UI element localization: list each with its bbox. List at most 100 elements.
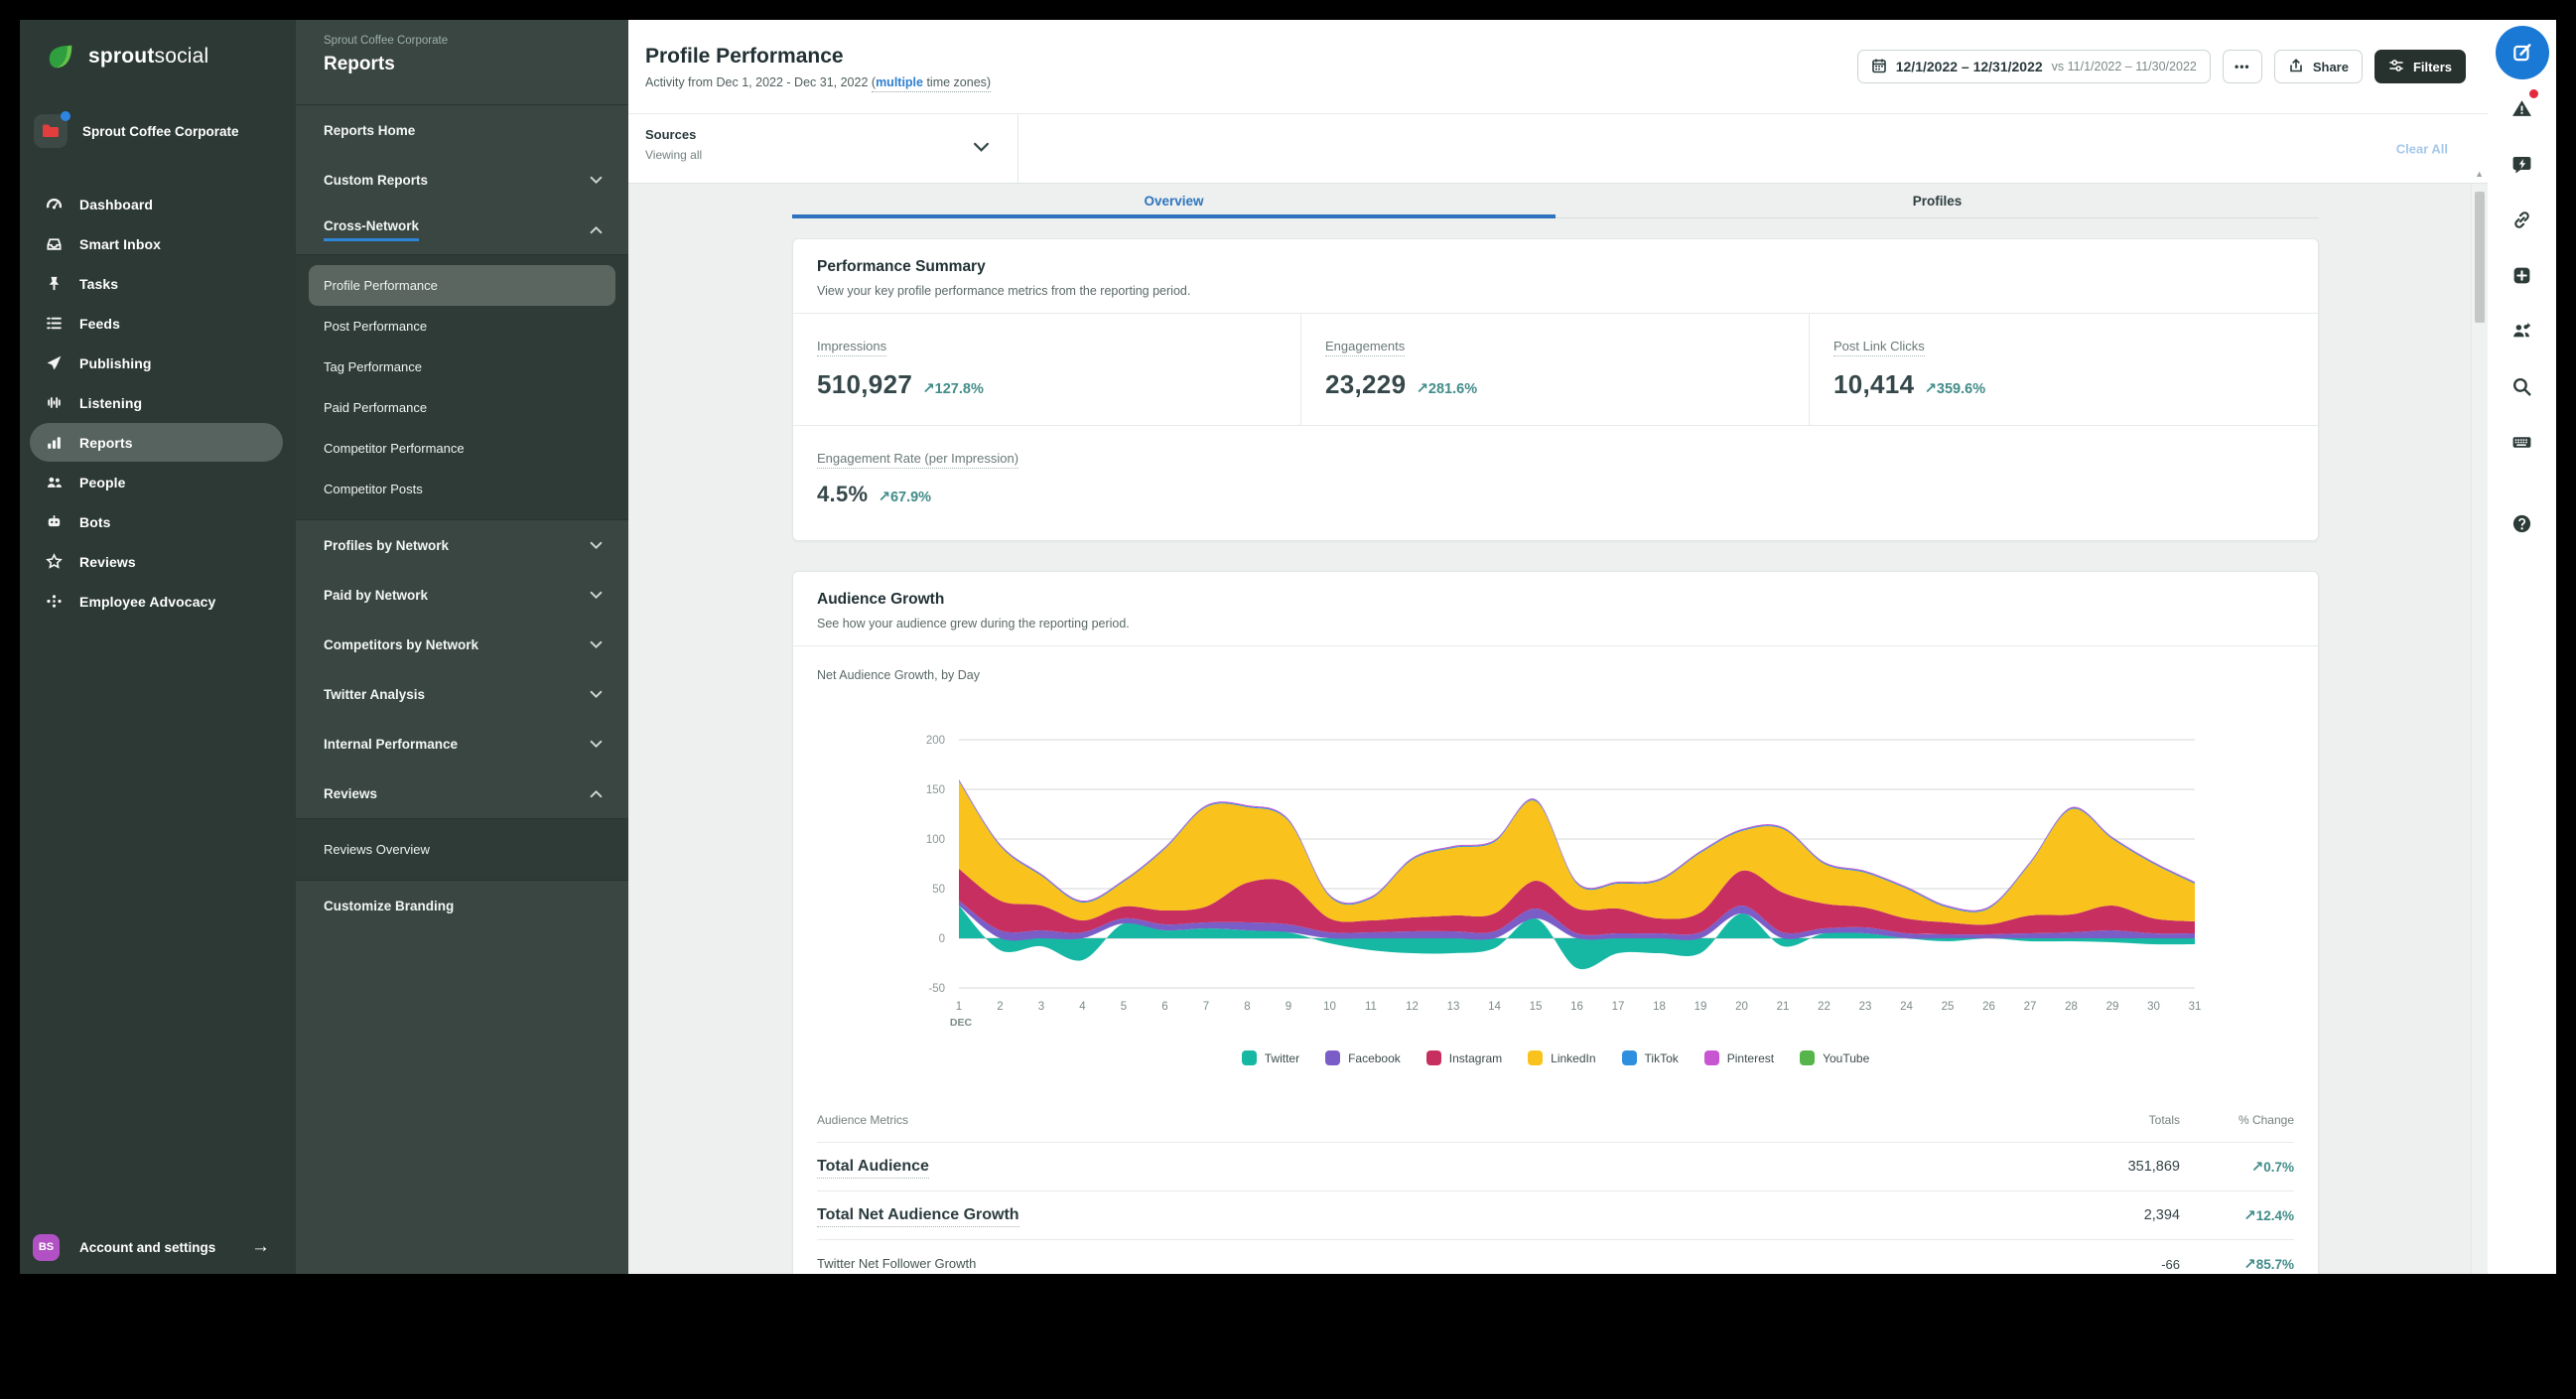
sidebar-item-bots[interactable]: Bots: [30, 502, 283, 541]
alert-icon: [2511, 98, 2532, 119]
subnav-item-reviews-overview[interactable]: Reviews Overview: [309, 829, 615, 870]
people-icon: [46, 474, 63, 490]
subnav-item-reports-home[interactable]: Reports Home: [296, 105, 628, 155]
sidebar-item-smart-inbox[interactable]: Smart Inbox: [30, 224, 283, 263]
compose-button[interactable]: [2488, 25, 2556, 80]
tab-profiles[interactable]: Profiles: [1556, 187, 2319, 218]
metric-label: Engagements: [1325, 339, 1406, 356]
date-range-button[interactable]: 12/1/2022 – 12/31/2022 vs 11/1/2022 – 11…: [1856, 50, 2211, 83]
subnav-item-label: Customize Branding: [324, 898, 455, 913]
compose-icon: [2495, 26, 2549, 79]
row-label-text[interactable]: Total Net Audience Growth: [817, 1206, 1019, 1227]
sidebar-item-label: People: [79, 474, 126, 490]
subnav-item-competitor-posts[interactable]: Competitor Posts: [309, 469, 615, 509]
connect-profile-button[interactable]: [2488, 192, 2556, 247]
alerts-button[interactable]: [2488, 80, 2556, 136]
scrollbar-thumb[interactable]: [2475, 192, 2485, 323]
sidebar-item-dashboard[interactable]: Dashboard: [30, 185, 283, 223]
account-group-switcher[interactable]: Sprout Coffee Corporate: [20, 93, 296, 157]
share-button[interactable]: Share: [2273, 50, 2363, 83]
pin-icon: [46, 275, 63, 292]
timezone-note[interactable]: (multiple time zones): [871, 74, 992, 92]
row-label-text[interactable]: Total Audience: [817, 1158, 929, 1179]
subnav-item-profiles-by-network[interactable]: Profiles by Network: [296, 520, 628, 570]
subnav-item-reviews[interactable]: Reviews: [296, 769, 628, 818]
star-icon: [46, 553, 63, 570]
sidebar-item-reports[interactable]: Reports: [30, 423, 283, 462]
sidebar-item-label: Smart Inbox: [79, 235, 162, 252]
svg-text:12: 12: [1406, 1001, 1419, 1013]
legend-swatch: [1241, 1050, 1257, 1065]
audience-metrics-table: Audience Metrics Totals % Change Total A…: [817, 1098, 2294, 1274]
stacked-area-chart: 200150100500-501 2 3 4 5 6 7 8 9 10 11 12 13 14 15 16 17…: [926, 735, 2202, 1029]
scroll-up-icon[interactable]: ▲: [2475, 169, 2484, 179]
subnav-item-customize-branding[interactable]: Customize Branding: [296, 881, 628, 930]
clear-all-button[interactable]: Clear All: [2396, 141, 2448, 156]
subnav-item-paid-by-network[interactable]: Paid by Network: [296, 570, 628, 620]
sources-dropdown[interactable]: Sources Viewing all: [628, 114, 1018, 183]
keyboard-shortcuts-button[interactable]: [2488, 414, 2556, 470]
legend-item-youtube[interactable]: YouTube: [1800, 1050, 1869, 1065]
subnav-subitem-label: Post Performance: [324, 319, 428, 334]
table-row-twitter-net-follower-growth: Twitter Net Follower Growth -66 ↗85.7%: [817, 1240, 2294, 1274]
subnav-item-custom-reports[interactable]: Custom Reports: [296, 155, 628, 205]
legend-item-instagram[interactable]: Instagram: [1425, 1050, 1502, 1065]
folder-icon: [34, 111, 70, 148]
search-button[interactable]: [2488, 358, 2556, 414]
help-button[interactable]: [2488, 495, 2556, 551]
subnav-item-profile-performance[interactable]: Profile Performance: [309, 265, 615, 306]
more-options-button[interactable]: •••: [2222, 50, 2262, 83]
metric-label: Impressions: [817, 339, 887, 356]
metric-change-value: 359.6%: [1936, 381, 1986, 397]
account-group-name: Sprout Coffee Corporate: [82, 123, 239, 139]
subnav-item-tag-performance[interactable]: Tag Performance: [309, 347, 615, 387]
sidebar-item-listening[interactable]: Listening: [30, 383, 283, 422]
sidebar-item-employee-advocacy[interactable]: Employee Advocacy: [30, 582, 283, 621]
metric-label: Engagement Rate (per Impression): [817, 451, 1019, 469]
row-label-text[interactable]: Twitter Net Follower Growth: [817, 1256, 977, 1274]
subnav-item-competitor-performance[interactable]: Competitor Performance: [309, 428, 615, 469]
subnav-item-paid-performance[interactable]: Paid Performance: [309, 387, 615, 428]
subnav-item-twitter-analysis[interactable]: Twitter Analysis: [296, 669, 628, 719]
row-change: ↗12.4%: [2180, 1206, 2294, 1224]
brand-text: sproutsocial: [88, 45, 209, 68]
multiple-timezones-link[interactable]: multiple: [876, 75, 923, 89]
sprout-logo[interactable]: sproutsocial: [20, 20, 296, 93]
vertical-scrollbar[interactable]: [2471, 184, 2488, 1274]
legend-item-linkedin[interactable]: LinkedIn: [1528, 1050, 1596, 1065]
quick-actions-rail: [2488, 20, 2556, 1274]
subnav-subitem-label: Paid Performance: [324, 400, 428, 415]
sidebar-item-people[interactable]: People: [30, 463, 283, 501]
unread-badge: [2528, 88, 2539, 99]
metric-engagements: Engagements 23,229 ↗281.6%: [1301, 314, 1810, 425]
legend-label: TikTok: [1644, 1050, 1679, 1065]
messages-button[interactable]: [2488, 136, 2556, 192]
bars-icon: [46, 434, 63, 451]
subnav-eyebrow: Sprout Coffee Corporate: [324, 35, 449, 47]
account-and-settings[interactable]: BS Account and settings →: [20, 1220, 296, 1274]
sidebar-item-feeds[interactable]: Feeds: [30, 304, 283, 343]
svg-text:8: 8: [1244, 1001, 1250, 1013]
subnav-item-cross-network[interactable]: Cross-Network: [296, 205, 628, 254]
sidebar-item-label: Feeds: [79, 315, 120, 332]
legend-swatch: [1703, 1050, 1719, 1065]
table-header: Audience Metrics Totals % Change: [817, 1098, 2294, 1143]
up-arrow-icon: ↗: [878, 489, 890, 505]
subnav-item-competitors-by-network[interactable]: Competitors by Network: [296, 620, 628, 669]
subnav-item-post-performance[interactable]: Post Performance: [309, 306, 615, 347]
legend-item-tiktok[interactable]: TikTok: [1621, 1050, 1679, 1065]
svg-text:15: 15: [1530, 1001, 1543, 1013]
sidebar-item-tasks[interactable]: Tasks: [30, 264, 283, 303]
sidebar-item-reviews[interactable]: Reviews: [30, 542, 283, 581]
filters-button[interactable]: Filters: [2373, 50, 2466, 83]
legend-item-facebook[interactable]: Facebook: [1325, 1050, 1401, 1065]
invite-users-button[interactable]: [2488, 303, 2556, 358]
sidebar-item-label: Listening: [79, 394, 143, 411]
subnav-item-internal-performance[interactable]: Internal Performance: [296, 719, 628, 769]
legend-item-twitter[interactable]: Twitter: [1241, 1050, 1299, 1065]
legend-item-pinterest[interactable]: Pinterest: [1703, 1050, 1774, 1065]
create-button[interactable]: [2488, 247, 2556, 303]
sidebar-item-publishing[interactable]: Publishing: [30, 344, 283, 382]
tab-overview[interactable]: Overview: [792, 187, 1556, 218]
metric-value: 10,414: [1833, 369, 1915, 399]
